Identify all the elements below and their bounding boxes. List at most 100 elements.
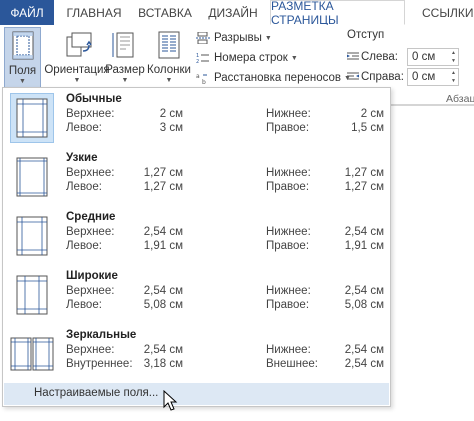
preset-bottom-label: Нижнее: <box>266 167 311 179</box>
preset-right-value: 1,27 см <box>344 181 384 193</box>
ribbon-tab-bar: ФАЙЛ ГЛАВНАЯ ВСТАВКА ДИЗАЙН РАЗМЕТКА СТР… <box>0 0 474 27</box>
spin-arrows-icon[interactable]: ▲ ▼ <box>449 49 458 65</box>
svg-text:a: a <box>196 73 200 80</box>
indent-right-value: 0 см <box>412 71 436 83</box>
hyphenation-icon: ab <box>196 72 210 86</box>
preset-bottom-value: 2,54 см <box>344 344 384 356</box>
chevron-down-icon: ▼ <box>264 34 272 42</box>
preset-name: Узкие <box>66 152 98 164</box>
columns-label: Колонки <box>147 64 191 76</box>
preset-bottom-label: Нижнее: <box>266 108 311 120</box>
indent-left-row: Слева: 0 см ▲ ▼ <box>347 47 474 67</box>
document-area <box>391 104 474 421</box>
margin-preset-wide[interactable]: Широкие Верхнее: 2,54 см Нижнее: 2,54 см… <box>4 266 389 324</box>
preset-top-label: Верхнее: <box>66 285 115 297</box>
svg-text:b: b <box>202 79 206 84</box>
spin-arrows-icon[interactable]: ▲ ▼ <box>449 69 458 85</box>
preset-right-label: Правое: <box>266 240 310 252</box>
tab-design[interactable]: ДИЗАЙН <box>206 0 260 25</box>
preset-bottom-value: 2 см <box>360 108 384 120</box>
indent-right-row: Справа: 0 см ▲ ▼ <box>347 67 474 87</box>
breaks-icon <box>196 31 210 45</box>
mouse-cursor-icon <box>163 390 178 411</box>
preset-bottom-label: Нижнее: <box>266 285 311 297</box>
size-label: Размер <box>105 64 145 76</box>
line-numbers-icon: 12 <box>196 52 210 65</box>
preset-right-label: Правое: <box>266 181 310 193</box>
preset-left-label: Левое: <box>66 299 102 311</box>
custom-margins-label: Настраиваемые поля... <box>34 387 159 399</box>
preset-top-value: 2,54 см <box>143 344 183 356</box>
margin-preset-normal[interactable]: Обычные Верхнее: 2 см Нижнее: 2 см Левое… <box>4 89 389 147</box>
preset-left-value: 1,91 см <box>143 240 183 252</box>
preset-top-label: Верхнее: <box>66 108 115 120</box>
svg-text:2: 2 <box>196 59 199 64</box>
chevron-down-icon: ▼ <box>290 54 298 62</box>
preset-right-label: Правое: <box>266 122 310 134</box>
orientation-icon <box>61 29 93 61</box>
preset-name: Обычные <box>66 93 122 105</box>
indent-title: Отступ <box>347 29 385 41</box>
ribbon-bottom-border <box>391 104 474 106</box>
indent-left-input[interactable]: 0 см ▲ ▼ <box>407 48 459 66</box>
preset-outside-label: Внешнее: <box>266 358 318 370</box>
preset-top-label: Верхнее: <box>66 167 115 179</box>
chevron-down-icon: ▼ <box>19 78 26 85</box>
indent-right-icon <box>347 71 361 84</box>
tab-file[interactable]: ФАЙЛ <box>0 0 54 25</box>
preset-left-value: 5,08 см <box>143 299 183 311</box>
chevron-down-icon: ▼ <box>73 77 81 84</box>
margin-preset-mirrored[interactable]: Зеркальные Верхнее: 2,54 см Нижнее: 2,54… <box>4 325 389 383</box>
preset-top-value: 2,54 см <box>143 226 183 238</box>
preset-outside-value: 2,54 см <box>344 358 384 370</box>
preset-left-label: Левое: <box>66 122 102 134</box>
chevron-down-icon: ▼ <box>165 77 173 84</box>
indent-left-value: 0 см <box>412 51 436 63</box>
preset-bottom-label: Нижнее: <box>266 226 311 238</box>
preset-top-label: Верхнее: <box>66 344 115 356</box>
preset-top-label: Верхнее: <box>66 226 115 238</box>
preset-right-value: 1,5 см <box>351 122 384 134</box>
margins-icon <box>7 30 39 62</box>
breaks-label: Разрывы <box>214 32 262 44</box>
margins-moderate-icon <box>16 216 48 256</box>
indent-right-label: Справа: <box>361 71 404 83</box>
preset-inside-value: 3,18 см <box>143 358 183 370</box>
margins-mirrored-icon <box>10 337 54 371</box>
columns-icon <box>153 29 185 61</box>
custom-margins-item[interactable]: Настраиваемые поля... <box>4 383 389 405</box>
preset-left-value: 3 см <box>159 122 183 134</box>
preset-left-label: Левое: <box>66 240 102 252</box>
indent-left-label: Слева: <box>361 51 398 63</box>
preset-name: Средние <box>66 211 116 223</box>
line-numbers-button[interactable]: 12 Номера строк ▼ <box>196 49 298 67</box>
margins-dropdown: Обычные Верхнее: 2 см Нижнее: 2 см Левое… <box>2 87 391 407</box>
chevron-down-icon: ▼ <box>121 77 129 84</box>
tab-page-layout[interactable]: РАЗМЕТКА СТРАНИЦЫ <box>270 0 405 27</box>
indent-right-input[interactable]: 0 см ▲ ▼ <box>407 68 459 86</box>
breaks-button[interactable]: Разрывы ▼ <box>196 29 272 47</box>
preset-top-value: 2,54 см <box>143 285 183 297</box>
preset-right-value: 1,91 см <box>344 240 384 252</box>
margins-normal-icon <box>16 98 48 138</box>
preset-bottom-label: Нижнее: <box>266 344 311 356</box>
tab-references[interactable]: ССЫЛКИ <box>414 0 474 25</box>
preset-bottom-value: 2,54 см <box>344 285 384 297</box>
preset-name: Зеркальные <box>66 329 137 341</box>
preset-right-label: Правое: <box>266 299 310 311</box>
preset-left-label: Левое: <box>66 181 102 193</box>
margin-preset-narrow[interactable]: Узкие Верхнее: 1,27 см Нижнее: 1,27 см Л… <box>4 148 389 206</box>
margin-preset-moderate[interactable]: Средние Верхнее: 2,54 см Нижнее: 2,54 см… <box>4 207 389 265</box>
tab-insert[interactable]: ВСТАВКА <box>134 0 196 25</box>
line-numbers-label: Номера строк <box>214 52 288 64</box>
preset-bottom-value: 2,54 см <box>344 226 384 238</box>
preset-bottom-value: 1,27 см <box>344 167 384 179</box>
preset-top-value: 2 см <box>159 108 183 120</box>
preset-name: Широкие <box>66 270 118 282</box>
hyphenation-button[interactable]: ab Расстановка переносов ▼ <box>196 69 351 87</box>
margins-label: Поля <box>8 65 37 77</box>
tab-home[interactable]: ГЛАВНАЯ <box>62 0 126 25</box>
preset-left-value: 1,27 см <box>143 181 183 193</box>
indent-left-icon <box>347 51 361 64</box>
orientation-label: Ориентация <box>44 64 110 76</box>
